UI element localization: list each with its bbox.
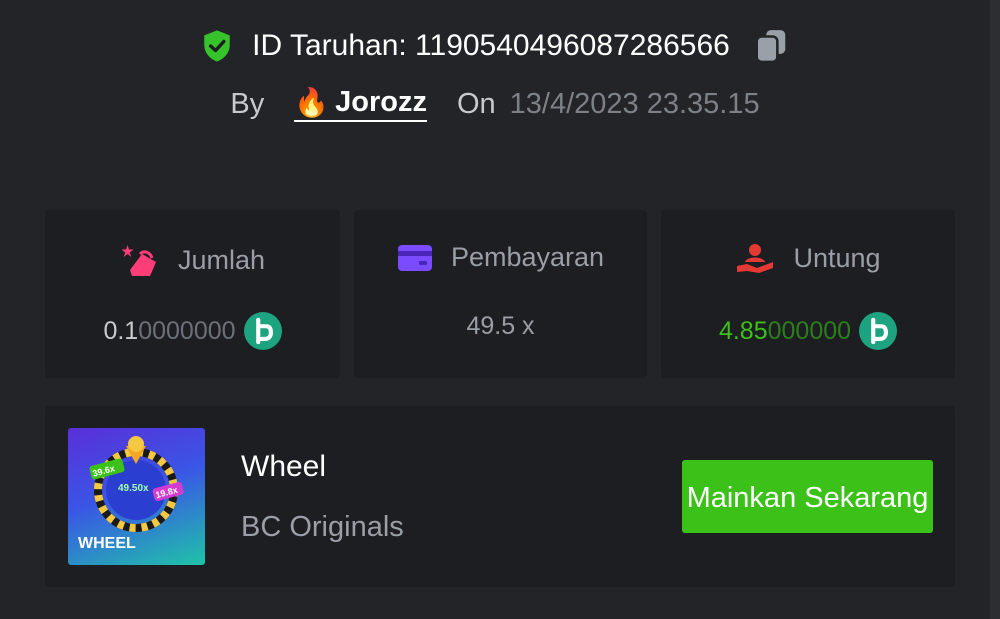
game-panel: 39.6x 49.50x 19.8x WHEEL Wheel BC Origin… <box>45 406 955 587</box>
fire-icon: 🔥 <box>294 87 330 118</box>
amount-value-dim: 0000000 <box>138 316 236 345</box>
profit-label: Untung <box>793 242 881 273</box>
play-now-button[interactable]: Mainkan Sekarang <box>682 460 933 533</box>
bet-amount-icon <box>121 245 156 276</box>
payout-value-text: 49.5 x <box>466 312 535 340</box>
thumb-title: WHEEL <box>78 535 136 552</box>
amount-value-main: 0.1 <box>103 316 139 345</box>
payout-card: Pembayaran 49.5 x <box>354 210 647 378</box>
payout-label: Pembayaran <box>450 242 605 272</box>
bet-id-text: ID Taruhan: 1190540496087286566 <box>252 29 730 62</box>
user-link[interactable]: 🔥 Jorozz <box>294 86 427 122</box>
profit-value-main: 4.85 <box>718 316 768 345</box>
profit-card: Untung 4.85 000000 <box>661 210 955 378</box>
bet-id-row: ID Taruhan: 1190540496087286566 <box>0 26 990 66</box>
profit-value-dim: 000000 <box>767 316 852 345</box>
shield-check-icon <box>204 30 230 62</box>
thumb-chip-2: 49.50x <box>118 483 149 494</box>
amount-label: Jumlah <box>177 244 266 275</box>
bet-meta-row: By 🔥 Jorozz On 13/4/2023 23.35.15 <box>0 86 990 122</box>
amount-card: Jumlah 0.1 0000000 <box>45 210 340 378</box>
profit-value: 4.85 000000 <box>661 312 955 350</box>
profit-hand-icon <box>737 244 774 273</box>
bcd-coin-icon <box>243 312 282 350</box>
bcd-coin-icon <box>859 312 898 350</box>
game-provider: BC Originals <box>241 511 404 543</box>
username: Jorozz <box>335 86 427 118</box>
copy-icon[interactable] <box>752 26 790 66</box>
game-thumbnail[interactable]: 39.6x 49.50x 19.8x WHEEL <box>68 428 205 565</box>
payout-value: 49.5 x <box>354 312 647 341</box>
bet-date: 13/4/2023 23.35.15 <box>509 87 760 120</box>
on-label: On <box>456 87 496 120</box>
by-label: By <box>230 87 265 120</box>
scrollbar-track <box>990 0 1000 619</box>
game-title[interactable]: Wheel <box>241 450 326 484</box>
wheel-illustration: 39.6x 49.50x 19.8x WHEEL <box>78 436 184 552</box>
payment-card-icon <box>397 244 432 271</box>
amount-value: 0.1 0000000 <box>45 312 340 350</box>
